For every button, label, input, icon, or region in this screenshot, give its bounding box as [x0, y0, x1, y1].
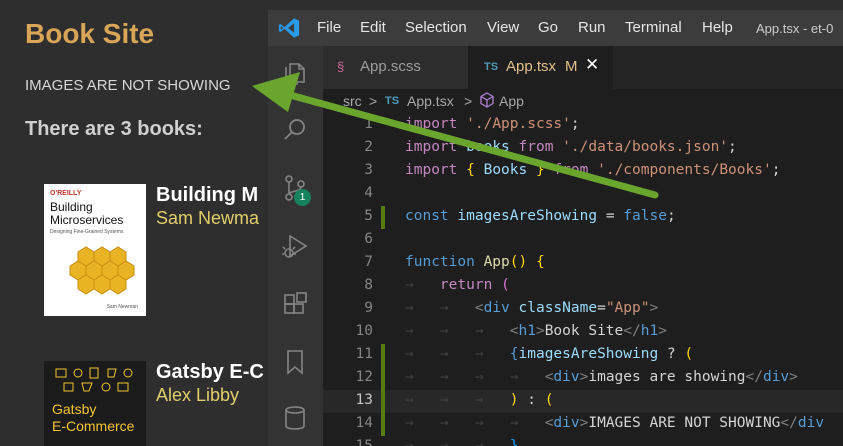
- code-line: 8 → return (: [323, 275, 843, 298]
- activity-bar: 1: [268, 46, 323, 446]
- shopping-pattern-illustration: [55, 367, 133, 392]
- line-number: 3: [364, 162, 373, 178]
- code-line: 11 → → → {imagesAreShowing ? (: [323, 344, 843, 367]
- cover-title-line2: Microservices: [50, 213, 124, 227]
- vscode-logo-icon: [278, 18, 300, 38]
- line-number: 6: [364, 231, 373, 247]
- code-line: 10 → → → <h1>Book Site</h1>: [323, 321, 843, 344]
- breadcrumb-file[interactable]: App.tsx: [407, 93, 454, 109]
- book-count-heading: There are 3 books:: [25, 118, 203, 140]
- git-modified-marker: [381, 344, 385, 367]
- git-modified-marker: [381, 206, 385, 229]
- git-modified-marker: [381, 413, 385, 436]
- chevron-right-icon: >: [369, 93, 378, 109]
- page-title: Book Site: [25, 18, 155, 49]
- git-modified-marker: [381, 390, 385, 413]
- close-icon[interactable]: ✕: [585, 55, 599, 75]
- line-number: 13: [355, 392, 373, 408]
- sass-icon: §: [337, 59, 345, 74]
- search-icon[interactable]: [281, 116, 309, 144]
- book-cover-image: O'REILLY Building Microservices Designin…: [44, 184, 146, 316]
- editor-tabs: § App.scss TS App.tsx M ✕: [323, 46, 843, 89]
- code-line: 2 import books from './data/books.json';: [323, 137, 843, 160]
- code-line: 5 const imagesAreShowing = false;: [323, 206, 843, 229]
- source-control-badge: 1: [294, 189, 311, 206]
- images-status-text: IMAGES ARE NOT SHOWING: [25, 77, 231, 94]
- line-number: 1: [364, 116, 373, 132]
- explorer-icon[interactable]: [281, 58, 309, 86]
- code-line: 4: [323, 183, 843, 206]
- menu-help[interactable]: Help: [702, 19, 733, 36]
- code-line: 3 import { Books } from './components/Bo…: [323, 160, 843, 183]
- cover-title-line1: Gatsby: [52, 401, 97, 417]
- bookmarks-icon[interactable]: [281, 348, 309, 376]
- line-number: 11: [355, 346, 373, 362]
- database-icon[interactable]: [281, 404, 309, 432]
- menu-edit[interactable]: Edit: [360, 19, 386, 36]
- chevron-right-icon: >: [464, 93, 473, 109]
- cover-subtitle: Designing Fine-Grained Systems: [50, 229, 124, 235]
- breadcrumb-symbol[interactable]: App: [499, 93, 524, 109]
- window-title: App.tsx - et-0: [756, 21, 834, 36]
- line-number: 9: [364, 300, 373, 316]
- modified-indicator: M: [565, 58, 578, 75]
- breadcrumb-folder[interactable]: src: [343, 93, 362, 109]
- line-number: 7: [364, 254, 373, 270]
- book-title: Building M: [156, 184, 259, 206]
- code-editor[interactable]: 1 import './App.scss'; 2 import books fr…: [323, 114, 843, 446]
- book-author: Alex Libby: [156, 385, 240, 405]
- website-page: Book Site IMAGES ARE NOT SHOWING There a…: [0, 0, 268, 446]
- book-cover-image: Gatsby E-Commerce: [44, 361, 146, 446]
- code-line: 15 → → → }: [323, 436, 843, 446]
- line-number: 5: [364, 208, 373, 224]
- vscode-window: File Edit Selection View Go Run Terminal…: [268, 10, 843, 446]
- menu-run[interactable]: Run: [578, 19, 606, 36]
- tab-app-tsx[interactable]: TS App.tsx M ✕: [468, 46, 613, 89]
- honeycomb-illustration: [69, 246, 135, 295]
- tab-label: App.scss: [360, 58, 421, 75]
- menu-terminal[interactable]: Terminal: [625, 19, 682, 36]
- tab-label: App.tsx: [506, 58, 557, 75]
- line-number: 14: [355, 415, 373, 431]
- code-line: 12 → → → → <div>images are showing</div>: [323, 367, 843, 390]
- code-line: 7 function App() {: [323, 252, 843, 275]
- menu-go[interactable]: Go: [538, 19, 558, 36]
- code-line: 6: [323, 229, 843, 252]
- menu-file[interactable]: File: [317, 19, 341, 36]
- run-debug-icon[interactable]: [281, 232, 309, 260]
- code-line-current: 13 → → → ) : (: [323, 390, 843, 413]
- git-modified-marker: [381, 367, 385, 390]
- code-line: 14 → → → → <div>IMAGES ARE NOT SHOWING</…: [323, 413, 843, 436]
- line-number: 8: [364, 277, 373, 293]
- line-number: 10: [355, 323, 373, 339]
- tab-app-scss[interactable]: § App.scss: [323, 46, 468, 89]
- menu-view[interactable]: View: [487, 19, 519, 36]
- extensions-icon[interactable]: [281, 290, 309, 318]
- symbol-component-icon: [479, 92, 495, 111]
- code-line: 1 import './App.scss';: [323, 114, 843, 137]
- line-number: 12: [355, 369, 373, 385]
- line-number: 15: [355, 438, 373, 446]
- code-line: 9 → → <div className="App">: [323, 298, 843, 321]
- cover-publisher: O'REILLY: [50, 190, 82, 197]
- title-bar: File Edit Selection View Go Run Terminal…: [268, 10, 843, 46]
- book-author: Sam Newma: [156, 208, 260, 228]
- typescript-file-icon: TS: [484, 61, 499, 73]
- breadcrumb: src > TS App.tsx > App: [323, 89, 843, 113]
- cover-author: Sam Newman: [106, 304, 138, 310]
- line-number: 4: [364, 185, 373, 201]
- line-number: 2: [364, 139, 373, 155]
- typescript-file-icon: TS: [385, 95, 400, 107]
- book-title: Gatsby E-C: [156, 361, 264, 383]
- menu-selection[interactable]: Selection: [405, 19, 467, 36]
- cover-title-line2: E-Commerce: [52, 418, 135, 434]
